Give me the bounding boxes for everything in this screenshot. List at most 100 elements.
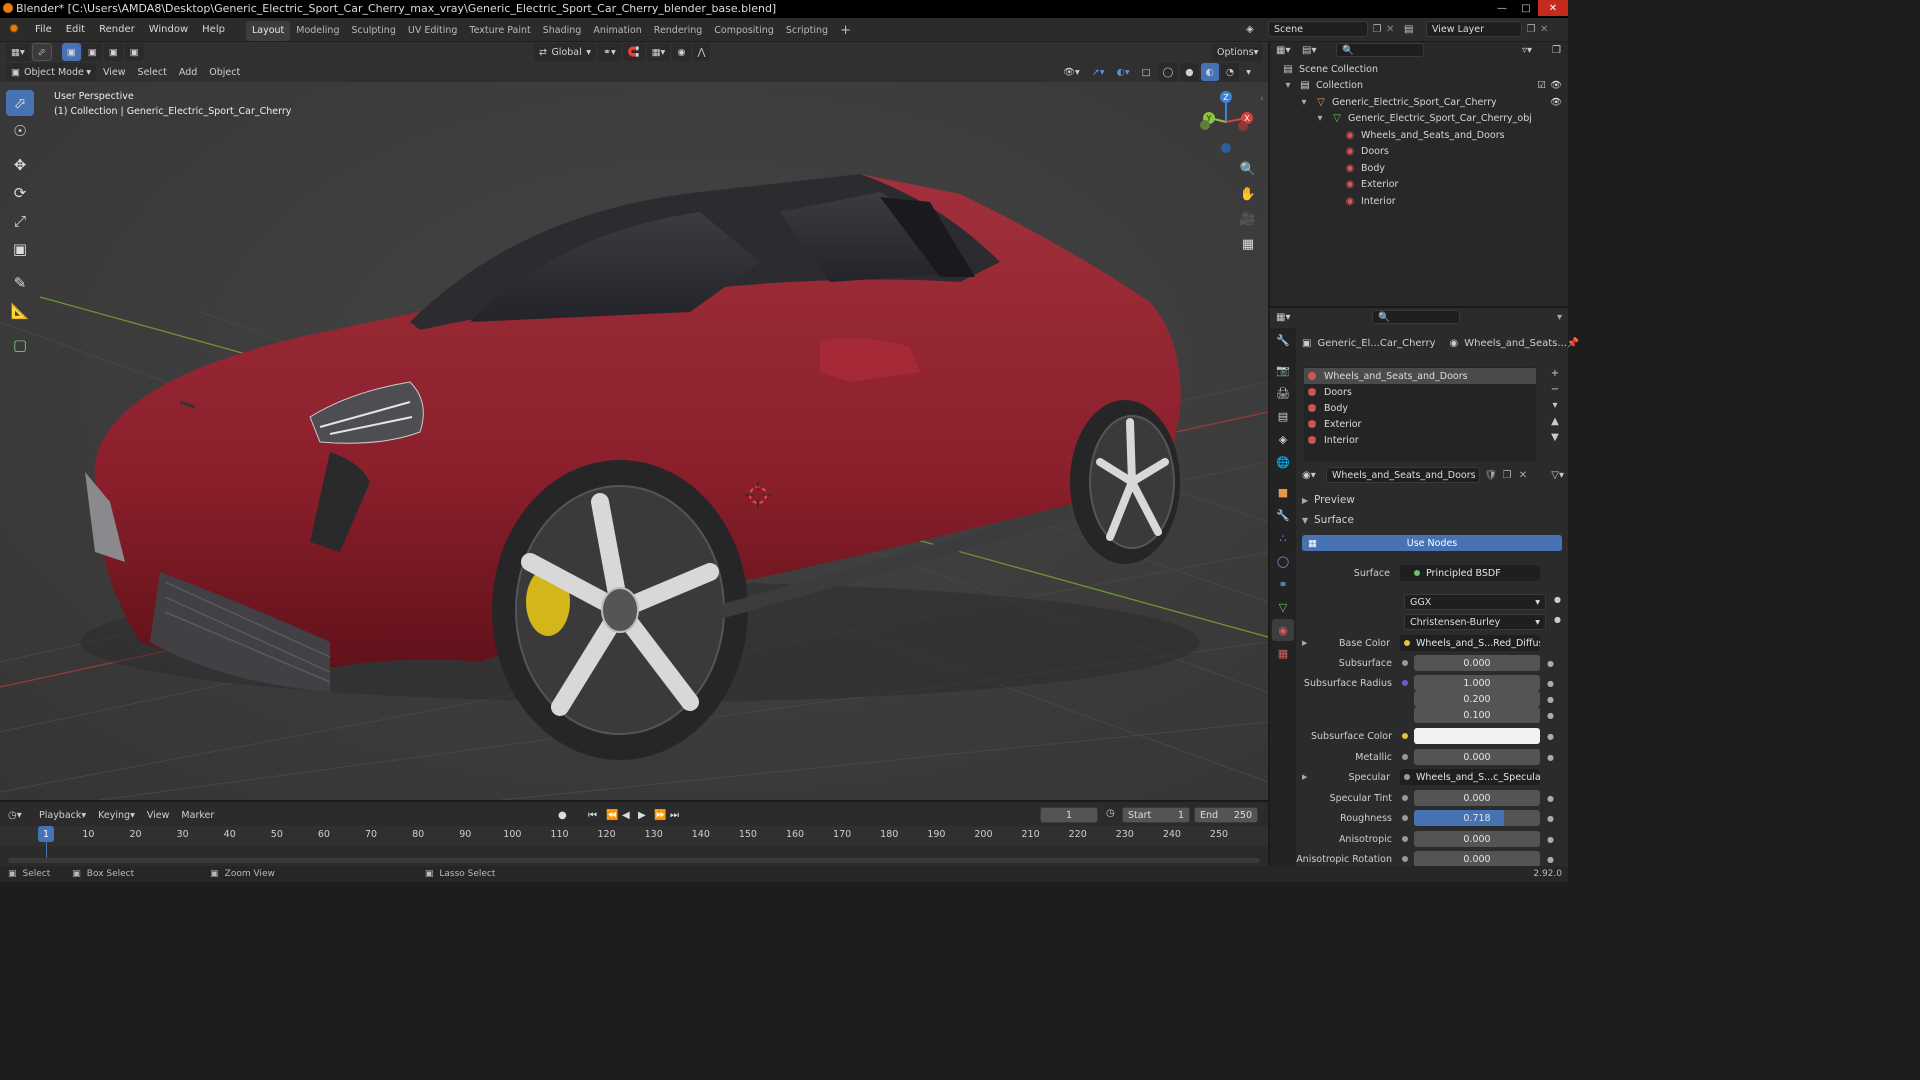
new-collection-icon[interactable]: ❐ (1552, 45, 1568, 56)
pan-hand-icon[interactable]: ✋ (1237, 183, 1259, 205)
overlays-icon[interactable]: ◐▾ (1112, 63, 1135, 81)
delete-scene-icon[interactable]: ✕ (1386, 24, 1400, 35)
jump-end-icon[interactable]: ⏭ (670, 810, 686, 821)
jump-start-icon[interactable]: ⏮ (588, 810, 606, 821)
start-frame-field[interactable]: Start 1 (1122, 807, 1190, 823)
proportional-edit-icon[interactable]: ◉ (672, 43, 691, 61)
anisotropic-rotation-keyframe-icon[interactable]: ● (1547, 855, 1554, 864)
measure-tool-icon[interactable]: 📐 (6, 298, 34, 324)
view-menu[interactable]: View (98, 63, 131, 81)
perspective-toggle-icon[interactable]: ▦ (1237, 233, 1259, 255)
metallic-field[interactable]: 0.000 (1414, 749, 1540, 765)
select-mode-new-icon[interactable]: ▣ (61, 43, 81, 61)
expand-arrow-icon[interactable]: ▾ (1298, 96, 1310, 108)
tab-shading[interactable]: Shading (537, 21, 588, 41)
tree-material-0[interactable]: ◉ Wheels_and_Seats_and_Doors (1282, 127, 1568, 144)
add-menu[interactable]: Add (174, 63, 202, 81)
preview-range-icon[interactable]: ◷ (1106, 808, 1115, 819)
jump-keyframe-forward-icon[interactable]: ⏩ (654, 810, 670, 821)
keying-menu[interactable]: Keying ▾ (93, 806, 140, 824)
view-layer-selector[interactable]: View Layer (1426, 21, 1522, 37)
filter-icon[interactable]: ▿▾ (1522, 45, 1552, 56)
object-menu[interactable]: Object (204, 63, 245, 81)
subsurface-radius-y-field[interactable]: 0.200 (1414, 691, 1540, 707)
transform-orientation-dropdown[interactable]: ⇄ Global ▾ (534, 43, 596, 61)
tree-material-2[interactable]: ◉ Body (1282, 160, 1568, 177)
tab-scripting[interactable]: Scripting (780, 21, 834, 41)
tab-sculpting[interactable]: Sculpting (345, 21, 401, 41)
playback-menu[interactable]: Playback ▾ (34, 806, 91, 824)
select-box-tool-icon[interactable]: ⬀ (6, 90, 34, 116)
subsurface-method-keyframe-icon[interactable]: ● (1554, 615, 1561, 624)
zoom-icon[interactable]: 🔍 (1237, 158, 1259, 180)
subsurface-color-swatch[interactable] (1414, 728, 1540, 744)
display-mode-icon[interactable]: ▤▾ (1302, 45, 1326, 56)
outliner-search-input[interactable]: 🔍 (1336, 43, 1424, 57)
annotate-tool-icon[interactable]: ✎ (6, 270, 34, 296)
object-mode-dropdown[interactable]: ▣ Object Mode ▾ (6, 63, 96, 81)
wireframe-shading-icon[interactable]: ◯ (1157, 63, 1179, 81)
select-menu[interactable]: Select (133, 63, 172, 81)
expand-arrow-icon[interactable]: ▶ (1302, 639, 1313, 647)
expand-arrow-icon[interactable]: ▶ (1302, 773, 1313, 781)
object-eye-icon[interactable]: 👁 (1550, 97, 1562, 108)
subsurface-method-dropdown[interactable]: Christensen-Burley ▾ (1404, 614, 1546, 630)
roughness-keyframe-icon[interactable]: ● (1547, 814, 1554, 823)
new-scene-icon[interactable]: ❐ (1368, 24, 1386, 35)
subsurface-radius-x-field[interactable]: 1.000 (1414, 675, 1540, 691)
timeline-view-menu[interactable]: View (142, 806, 175, 824)
menu-window[interactable]: Window (142, 18, 195, 42)
specular-tint-field[interactable]: 0.000 (1414, 790, 1540, 806)
select-mode-extend-icon[interactable]: ▣ (82, 43, 102, 61)
subsurface-field[interactable]: 0.000 (1414, 655, 1540, 671)
playhead[interactable]: 1 (38, 826, 54, 842)
roughness-slider[interactable]: 0.718 (1414, 810, 1540, 826)
tree-material-1[interactable]: ◉ Doors (1282, 144, 1568, 161)
subsurface-radius-x-keyframe-icon[interactable]: ● (1547, 679, 1554, 688)
menu-file[interactable]: File (28, 18, 59, 42)
tree-material-4[interactable]: ◉ Interior (1282, 193, 1568, 210)
base-color-texture-field[interactable]: Wheels_and_S...Red_Diffuse.pn (1400, 635, 1540, 651)
proportional-falloff-icon[interactable]: ⋀ (692, 43, 711, 61)
tab-modeling[interactable]: Modeling (290, 21, 345, 41)
play-icon[interactable]: ▶ (638, 810, 654, 821)
delete-view-layer-icon[interactable]: ✕ (1540, 24, 1554, 35)
scene-icon[interactable]: ◈ (1246, 24, 1268, 35)
editor-type-icon[interactable]: ▦▾ (6, 43, 30, 61)
tree-scene-collection[interactable]: ▤ Scene Collection (1282, 61, 1568, 78)
anisotropic-rotation-field[interactable]: 0.000 (1414, 851, 1540, 867)
subsurface-color-keyframe-icon[interactable]: ● (1547, 732, 1554, 741)
tab-compositing[interactable]: Compositing (708, 21, 780, 41)
scale-tool-icon[interactable]: ⤢ (6, 208, 34, 234)
tab-layout[interactable]: Layout (245, 20, 291, 41)
select-mode-subtract-icon[interactable]: ▣ (103, 43, 123, 61)
anisotropic-keyframe-icon[interactable]: ● (1547, 835, 1554, 844)
outliner-editor-type-icon[interactable]: ▦▾ (1276, 45, 1302, 56)
close-button[interactable]: ✕ (1538, 0, 1568, 16)
surface-shader-field[interactable]: Principled BSDF (1400, 565, 1540, 581)
xray-icon[interactable]: □ (1137, 63, 1156, 81)
timeline-scrollbar[interactable] (8, 858, 1260, 863)
specular-tint-keyframe-icon[interactable]: ● (1547, 794, 1554, 803)
pivot-point-icon[interactable]: ⚭▾ (598, 43, 621, 61)
anisotropic-field[interactable]: 0.000 (1414, 831, 1540, 847)
menu-edit[interactable]: Edit (59, 18, 92, 42)
end-frame-field[interactable]: End 250 (1194, 807, 1258, 823)
subsurface-radius-z-keyframe-icon[interactable]: ● (1547, 711, 1554, 720)
marker-menu[interactable]: Marker (176, 806, 219, 824)
auto-keying-icon[interactable]: ● (558, 810, 576, 821)
current-frame-field[interactable]: 1 (1040, 807, 1098, 823)
snap-icon[interactable]: 🧲 (622, 43, 645, 61)
tree-object[interactable]: ▾ ▽ Generic_Electric_Sport_Car_Cherry 👁 (1282, 94, 1568, 111)
collection-eye-icon[interactable]: 👁 (1550, 80, 1562, 91)
visibility-icon[interactable]: 👁▾ (1058, 63, 1085, 81)
tab-uv-editing[interactable]: UV Editing (402, 21, 464, 41)
solid-shading-icon[interactable]: ● (1180, 63, 1199, 81)
camera-view-icon[interactable]: 🎥 (1237, 208, 1259, 230)
view-layer-icon[interactable]: ▤ (1404, 24, 1426, 35)
rendered-shading-icon[interactable]: ◔ (1220, 63, 1240, 81)
cursor-tool-icon[interactable]: ☉ (6, 118, 34, 144)
rotate-tool-icon[interactable]: ⟳ (6, 180, 34, 206)
timeline-editor-type-icon[interactable]: ◷▾ (8, 810, 34, 821)
add-workspace-icon[interactable]: + (834, 21, 857, 41)
